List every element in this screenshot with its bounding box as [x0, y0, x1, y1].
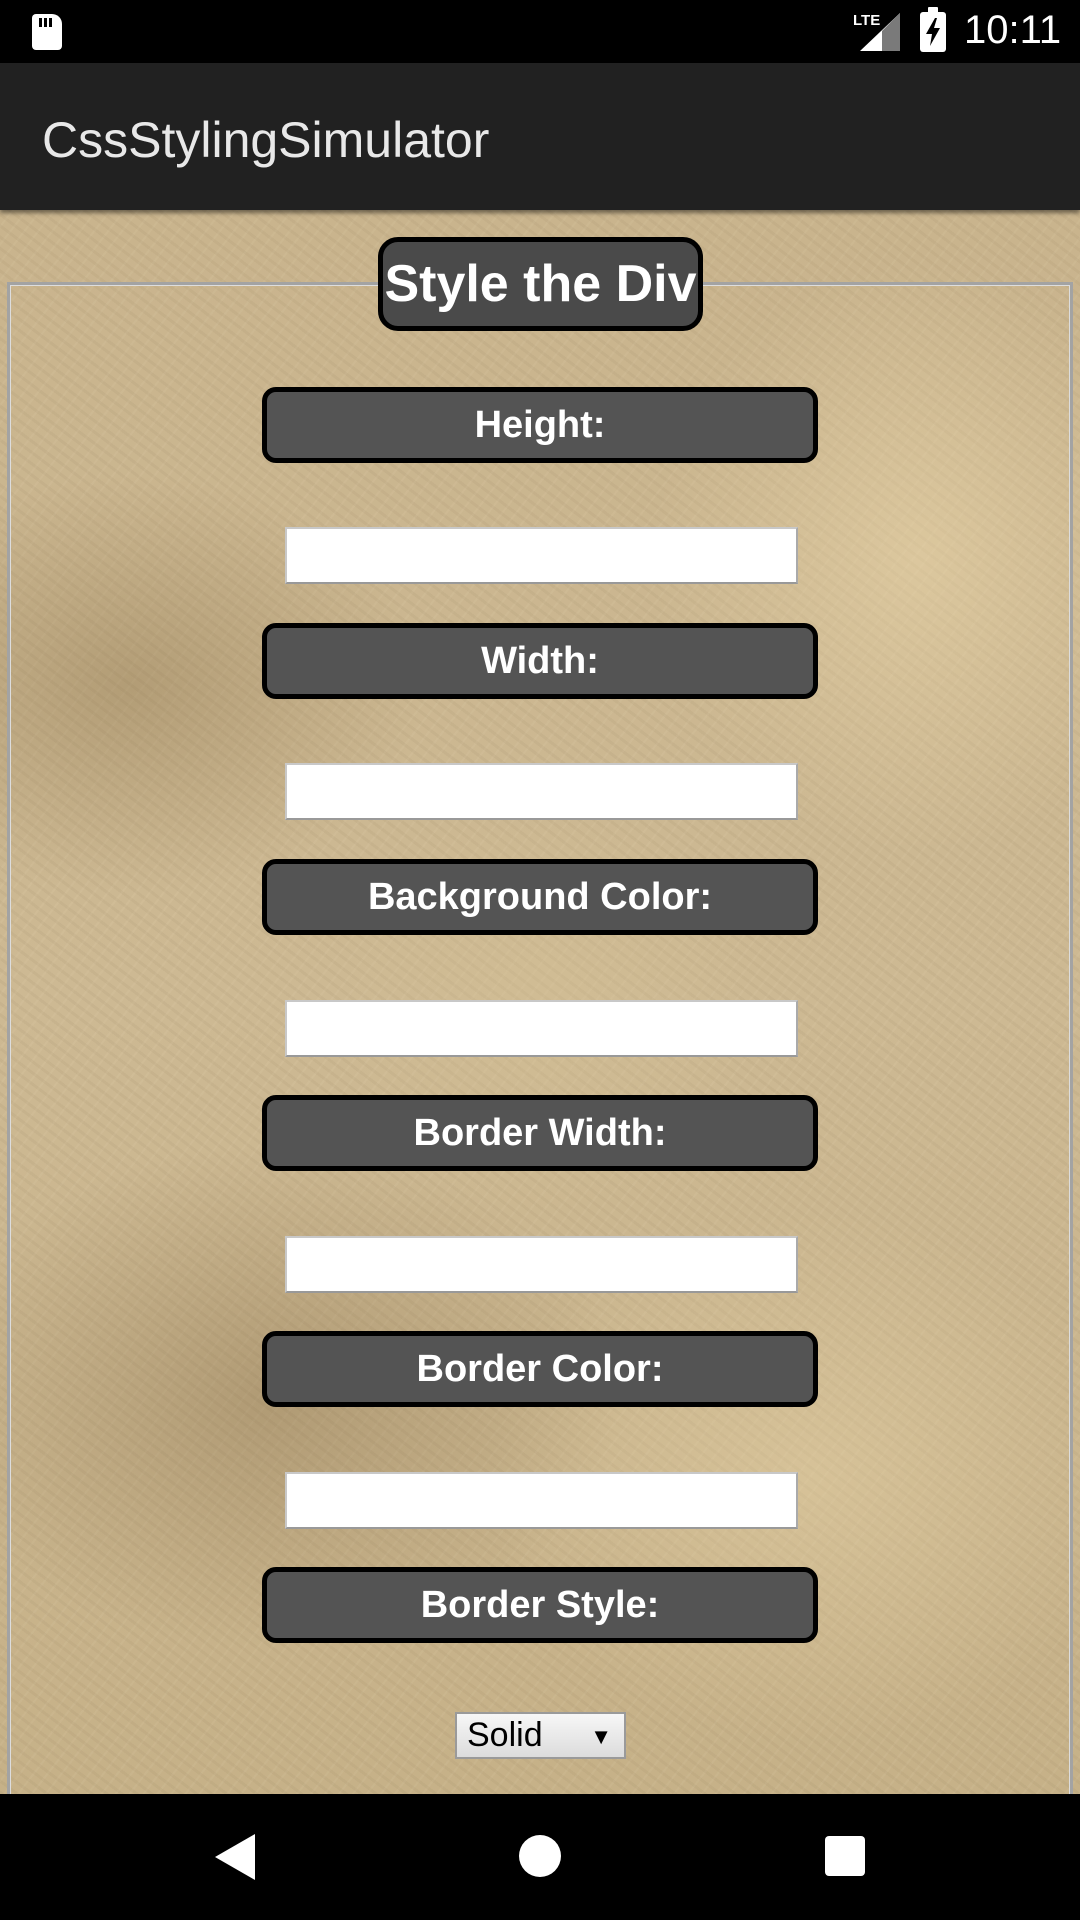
home-icon[interactable] [519, 1835, 561, 1877]
background-color-label: Background Color: [262, 859, 818, 935]
navigation-bar [0, 1794, 1080, 1920]
border-style-select[interactable]: Solid ▼ [455, 1712, 626, 1759]
webview-content[interactable]: Style the Div Height: Width: Background … [0, 210, 1080, 1794]
back-icon[interactable] [215, 1834, 255, 1880]
width-input[interactable] [285, 763, 798, 820]
border-color-input[interactable] [285, 1472, 798, 1529]
app-bar: CssStylingSimulator [0, 63, 1080, 210]
dropdown-arrow-icon: ▼ [590, 1724, 612, 1749]
clock: 10:11 [964, 8, 1062, 52]
height-input[interactable] [285, 527, 798, 584]
app-title: CssStylingSimulator [42, 112, 490, 168]
border-width-input[interactable] [285, 1236, 798, 1293]
status-bar: LTE 10:11 [0, 0, 1080, 63]
signal-icon [860, 13, 900, 51]
border-style-selected: Solid [467, 1716, 543, 1754]
form-legend: Style the Div [378, 237, 703, 331]
border-color-label: Border Color: [262, 1331, 818, 1407]
sd-card-icon [32, 14, 62, 50]
battery-charging-icon [920, 7, 946, 52]
border-style-label: Border Style: [262, 1567, 818, 1643]
width-label: Width: [262, 623, 818, 699]
height-label: Height: [262, 387, 818, 463]
recents-icon[interactable] [825, 1836, 865, 1876]
border-width-label: Border Width: [262, 1095, 818, 1171]
background-color-input[interactable] [285, 1000, 798, 1057]
